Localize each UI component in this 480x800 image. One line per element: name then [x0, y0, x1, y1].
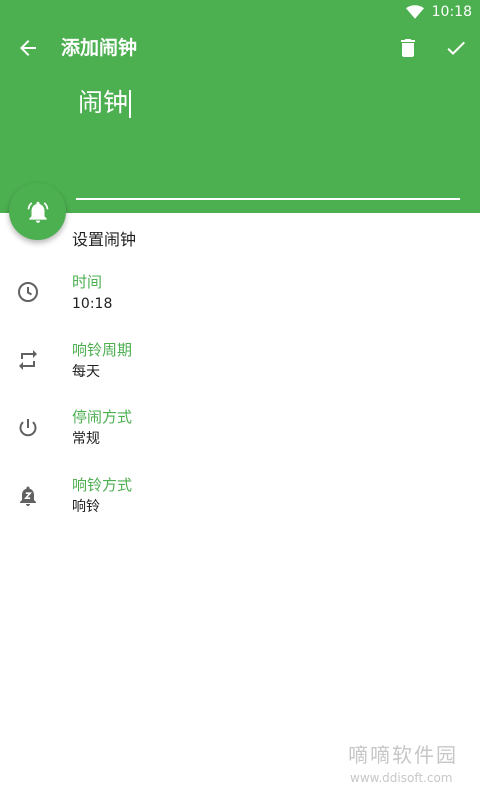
clock-icon	[18, 282, 38, 302]
setting-value: 10:18	[72, 296, 113, 312]
setting-row-time[interactable]: 时间 10:18	[0, 271, 480, 331]
toolbar: 添加闹钟	[0, 24, 480, 72]
section-title: 设置闹钟	[72, 230, 137, 249]
setting-label: 时间	[72, 273, 103, 291]
setting-row-repeat[interactable]: 响铃周期 每天	[0, 339, 480, 399]
trash-icon[interactable]	[396, 36, 420, 60]
setting-label: 停闹方式	[72, 408, 133, 426]
text-caret	[129, 90, 132, 118]
power-icon	[19, 419, 37, 437]
status-time: 10:18	[431, 4, 472, 20]
setting-label: 响铃方式	[72, 476, 133, 494]
repeat-icon	[19, 350, 37, 370]
setting-row-ring-mode[interactable]: 响铃方式 响铃	[0, 474, 480, 534]
watermark-url: www.ddisoft.com	[350, 771, 453, 785]
alarm-name-value: 闹钟	[78, 86, 132, 120]
bell-icon	[27, 201, 48, 223]
watermark-title: 嘀嘀软件园	[348, 743, 458, 767]
setting-label: 响铃周期	[72, 341, 133, 359]
arrow-back-icon[interactable]	[16, 36, 40, 60]
setting-row-stop-mode[interactable]: 停闹方式 常规	[0, 406, 480, 466]
setting-value: 常规	[72, 431, 100, 447]
app-header: 10:18 添加闹钟 闹钟	[0, 0, 480, 213]
page-title: 添加闹钟	[61, 37, 138, 59]
alarm-bell-fab[interactable]	[9, 183, 66, 240]
status-bar: 10:18	[0, 0, 480, 24]
bell-z-icon	[20, 486, 36, 506]
setting-value: 每天	[72, 364, 100, 380]
alarm-name-field[interactable]: 闹钟	[76, 84, 460, 200]
wifi-icon	[405, 5, 424, 19]
setting-value: 响铃	[72, 499, 100, 515]
watermark-logo: 嘀嘀软件园 www.ddisoft.com	[340, 735, 480, 800]
check-icon[interactable]	[444, 36, 468, 60]
